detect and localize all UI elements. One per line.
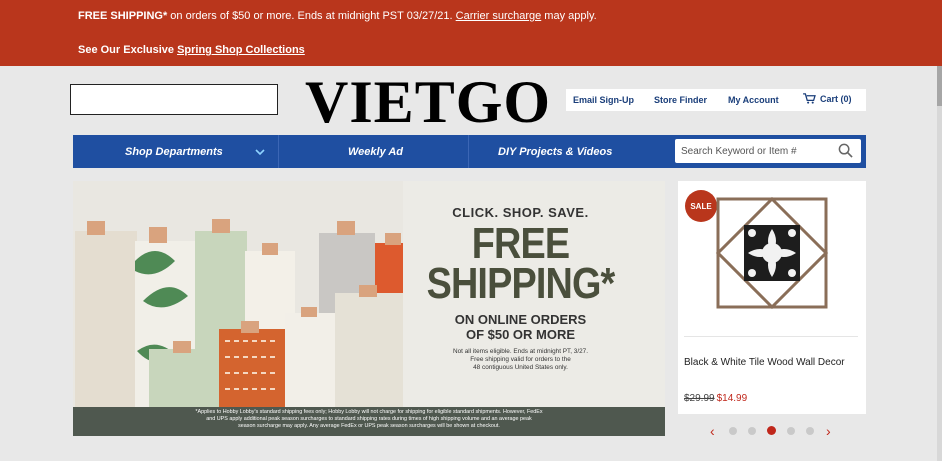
search-icon[interactable] [838, 143, 853, 158]
carousel-dot[interactable] [787, 427, 795, 435]
spring-collections-link[interactable]: Spring Shop Collections [177, 44, 305, 56]
hero-text: CLICK. SHOP. SAVE. FREE SHIPPING* ON ONL… [403, 205, 638, 372]
search-box [675, 139, 861, 163]
promo-tail: may apply. [541, 10, 597, 22]
cart-link[interactable]: Cart (0) [803, 93, 852, 104]
sale-price: $14.99 [716, 393, 748, 404]
hero-min-order: OF $50 OR MORE [465, 327, 576, 342]
carousel-dot[interactable] [748, 427, 756, 435]
scrollbar-thumb[interactable] [937, 66, 942, 106]
header-links: Email Sign-Up Store Finder My Account Ca… [566, 89, 866, 111]
cart-label: Cart (0) [820, 93, 852, 104]
old-price: $29.99 [684, 393, 715, 404]
carrier-surcharge-link[interactable]: Carrier surcharge [456, 10, 542, 22]
carousel-next-icon[interactable]: › [826, 423, 831, 439]
disclaimer-line-1: *Applies to Hobby Lobby's standard shipp… [195, 409, 543, 415]
hero-fine-2: Free shipping valid for orders to the [470, 356, 571, 363]
nav-weekly-ad[interactable]: Weekly Ad [348, 135, 403, 168]
main-nav: Shop Departments Weekly Ad DIY Projects … [73, 135, 866, 168]
promo-line-2: See Our Exclusive Spring Shop Collection… [78, 44, 305, 56]
disclaimer-line-3: season surcharge may apply. Any average … [238, 423, 500, 429]
fabric-bolts-image [73, 181, 403, 407]
sale-badge: SALE [685, 190, 717, 222]
my-account-link[interactable]: My Account [728, 95, 779, 105]
carousel-dot[interactable] [729, 427, 737, 435]
hero-free: FREE [471, 219, 570, 268]
promo-line2-prefix: See Our Exclusive [78, 44, 178, 56]
product-card[interactable]: SALE Black & White Tile Wood Wall Decor … [678, 181, 866, 414]
carousel-dot-active[interactable] [767, 426, 776, 435]
page-scrollbar[interactable] [937, 66, 942, 461]
promo-bold: FREE SHIPPING* [78, 10, 168, 22]
logo-placeholder-box [70, 84, 278, 115]
nav-shop-departments[interactable]: Shop Departments [125, 135, 223, 168]
product-image[interactable] [714, 195, 830, 311]
product-carousel-nav: ‹ › [710, 423, 835, 439]
card-divider [684, 336, 858, 337]
product-title[interactable]: Black & White Tile Wood Wall Decor [684, 357, 845, 368]
carousel-prev-icon[interactable]: ‹ [710, 423, 715, 439]
carousel-dot[interactable] [806, 427, 814, 435]
chevron-down-icon[interactable] [255, 147, 265, 157]
search-input[interactable] [681, 142, 831, 160]
nav-divider [278, 135, 279, 168]
hero-banner[interactable]: CLICK. SHOP. SAVE. FREE SHIPPING* ON ONL… [73, 181, 665, 436]
nav-divider [468, 135, 469, 168]
hero-line-1: CLICK. SHOP. SAVE. [452, 205, 589, 220]
hero-fine-1: Not all items eligible. Ends at midnight… [453, 348, 588, 355]
hero-shipping: SHIPPING* [426, 259, 616, 308]
disclaimer-line-2: and UPS apply additional peak season sur… [206, 416, 532, 422]
hero-disclaimer: *Applies to Hobby Lobby's standard shipp… [73, 407, 665, 436]
nav-diy-projects[interactable]: DIY Projects & Videos [498, 135, 612, 168]
promo-banner: FREE SHIPPING* on orders of $50 or more.… [0, 0, 942, 66]
promo-text: on orders of $50 or more. Ends at midnig… [167, 10, 456, 22]
hero-fine-3: 48 contiguous United States only. [473, 364, 568, 371]
site-logo[interactable]: VIETGO [305, 70, 551, 134]
product-prices: $29.99 $14.99 [684, 393, 747, 404]
hero-online-orders: ON ONLINE ORDERS [454, 312, 587, 327]
cart-icon [803, 93, 816, 104]
promo-line-1: FREE SHIPPING* on orders of $50 or more.… [78, 10, 597, 22]
store-finder-link[interactable]: Store Finder [654, 95, 707, 105]
email-signup-link[interactable]: Email Sign-Up [573, 95, 634, 105]
